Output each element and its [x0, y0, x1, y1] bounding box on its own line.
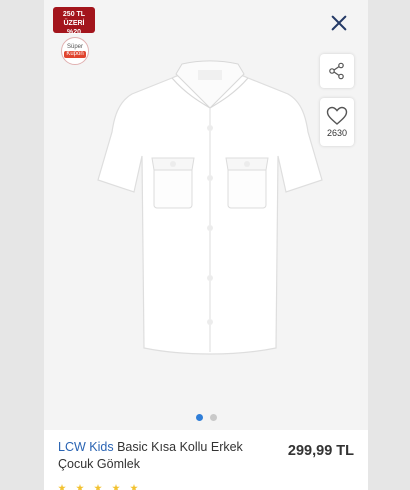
- star-icon: [130, 484, 138, 490]
- coupon-badge-line2: Kupon: [64, 51, 86, 58]
- promo-badge-line1: 250 TL ÜZERİ: [62, 11, 86, 27]
- page: 250 TL ÜZERİ %20 Süper Kupon 2630 LCW Ki…: [0, 0, 410, 490]
- star-icon: [58, 484, 66, 490]
- gallery-pagination: [44, 414, 368, 421]
- close-icon[interactable]: [328, 12, 350, 34]
- left-backdrop: [0, 0, 44, 490]
- gallery-dot-2[interactable]: [209, 414, 217, 421]
- coupon-badge: Süper Kupon: [61, 37, 89, 65]
- star-icon: [76, 484, 84, 490]
- coupon-badge-line1: Süper: [66, 44, 83, 50]
- heart-icon: [326, 106, 348, 125]
- promo-badge: 250 TL ÜZERİ %20: [53, 7, 95, 36]
- image-viewer[interactable]: 250 TL ÜZERİ %20 Süper Kupon 2630: [44, 0, 368, 430]
- product-brand[interactable]: LCW Kids: [58, 440, 114, 454]
- product-image[interactable]: [94, 58, 326, 358]
- product-price: 299,99 TL: [287, 443, 354, 459]
- product-title: LCW Kids Basic Kısa Kollu Erkek Çocuk Gö…: [58, 439, 268, 473]
- star-icon: [94, 484, 102, 490]
- star-icon: [112, 484, 120, 490]
- right-backdrop: [368, 0, 410, 490]
- product-info: LCW Kids Basic Kısa Kollu Erkek Çocuk Gö…: [44, 430, 368, 490]
- gallery-dot-1[interactable]: [195, 414, 203, 421]
- share-icon: [329, 62, 344, 80]
- favorite-count: 2630: [326, 128, 348, 138]
- promo-badge-line2: %20: [66, 29, 81, 36]
- rating-stars: [58, 484, 138, 490]
